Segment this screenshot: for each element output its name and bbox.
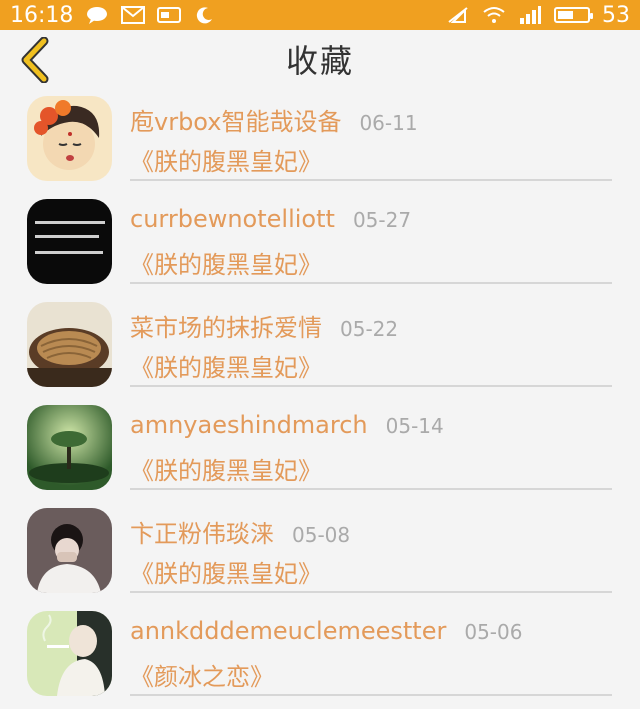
battery-level [558,11,573,19]
book-title[interactable]: 《朕的腹黑皇妃》 [130,245,322,280]
divider [130,488,612,490]
mail-icon [121,6,146,24]
item-date: 05-06 [464,620,523,644]
item-date: 05-27 [352,208,412,232]
user-name[interactable]: annkdddemeuclemeestter [130,617,446,645]
list-item[interactable]: annkdddemeuclemeestter 05-06 《颜冰之恋》 [0,603,640,706]
avatar-cartoon-girl [27,96,112,181]
avatar-green-tree [27,405,112,490]
book-title[interactable]: 《颜冰之恋》 [130,657,274,692]
divider [130,591,612,593]
user-name[interactable]: 庖vrbox智能哉设备 [130,102,341,137]
user-name[interactable]: amnyaeshindmarch [130,411,368,439]
avatar-noodles [27,302,112,387]
user-name[interactable]: 卞正粉伟琰涞 [130,514,274,549]
book-title[interactable]: 《朕的腹黑皇妃》 [130,142,322,177]
status-bar: 16:18 53 [0,0,640,30]
item-header: 庖vrbox智能哉设备 06-11 [130,102,620,137]
page-title: 收藏 [285,42,354,80]
wifi-icon [482,6,506,24]
item-header: amnyaeshindmarch 05-14 [130,411,620,439]
item-header: currbewnotelliott 05-27 [130,205,620,233]
favorites-list: 庖vrbox智能哉设备 06-11 《朕的腹黑皇妃》 currbewnotell… [0,88,640,706]
book-title[interactable]: 《朕的腹黑皇妃》 [130,451,322,486]
avatar-smoking-person [27,611,112,696]
list-item[interactable]: 卞正粉伟琰涞 05-08 《朕的腹黑皇妃》 [0,500,640,603]
book-title[interactable]: 《朕的腹黑皇妃》 [130,554,322,589]
item-header: 菜市场的抹拆爱情 05-22 [130,308,620,343]
book-title[interactable]: 《朕的腹黑皇妃》 [130,348,322,383]
signal-icon [518,6,542,24]
page-header: 收藏 [0,30,640,88]
status-bar-right: 53 [446,3,630,28]
status-time: 16:18 [10,2,74,28]
no-sim-icon [446,6,470,24]
divider [130,179,612,181]
item-date: 06-11 [359,111,418,135]
item-date: 05-14 [385,414,444,438]
card-icon [157,6,182,24]
user-name[interactable]: 菜市场的抹拆爱情 [130,308,322,343]
list-item[interactable]: 庖vrbox智能哉设备 06-11 《朕的腹黑皇妃》 [0,88,640,191]
item-header: annkdddemeuclemeestter 05-06 [130,617,620,645]
chevron-left-icon [21,37,49,83]
list-item[interactable]: amnyaeshindmarch 05-14 《朕的腹黑皇妃》 [0,397,640,500]
user-name[interactable]: currbewnotelliott [130,205,335,233]
battery-percent: 53 [602,2,630,28]
divider [130,282,612,284]
avatar-person-bw [27,508,112,593]
chat-bubble-icon [85,6,109,24]
status-bar-left: 16:18 [10,3,217,28]
back-button[interactable] [14,36,54,84]
list-item[interactable]: currbewnotelliott 05-27 《朕的腹黑皇妃》 [0,191,640,294]
item-date: 05-08 [292,523,351,547]
avatar-black-text [27,199,112,284]
divider [130,385,612,387]
list-item[interactable]: 菜市场的抹拆爱情 05-22 《朕的腹黑皇妃》 [0,294,640,397]
moon-icon [193,6,217,24]
divider [130,694,612,696]
item-date: 05-22 [340,317,399,341]
battery-icon [554,7,593,23]
item-header: 卞正粉伟琰涞 05-08 [130,514,620,549]
